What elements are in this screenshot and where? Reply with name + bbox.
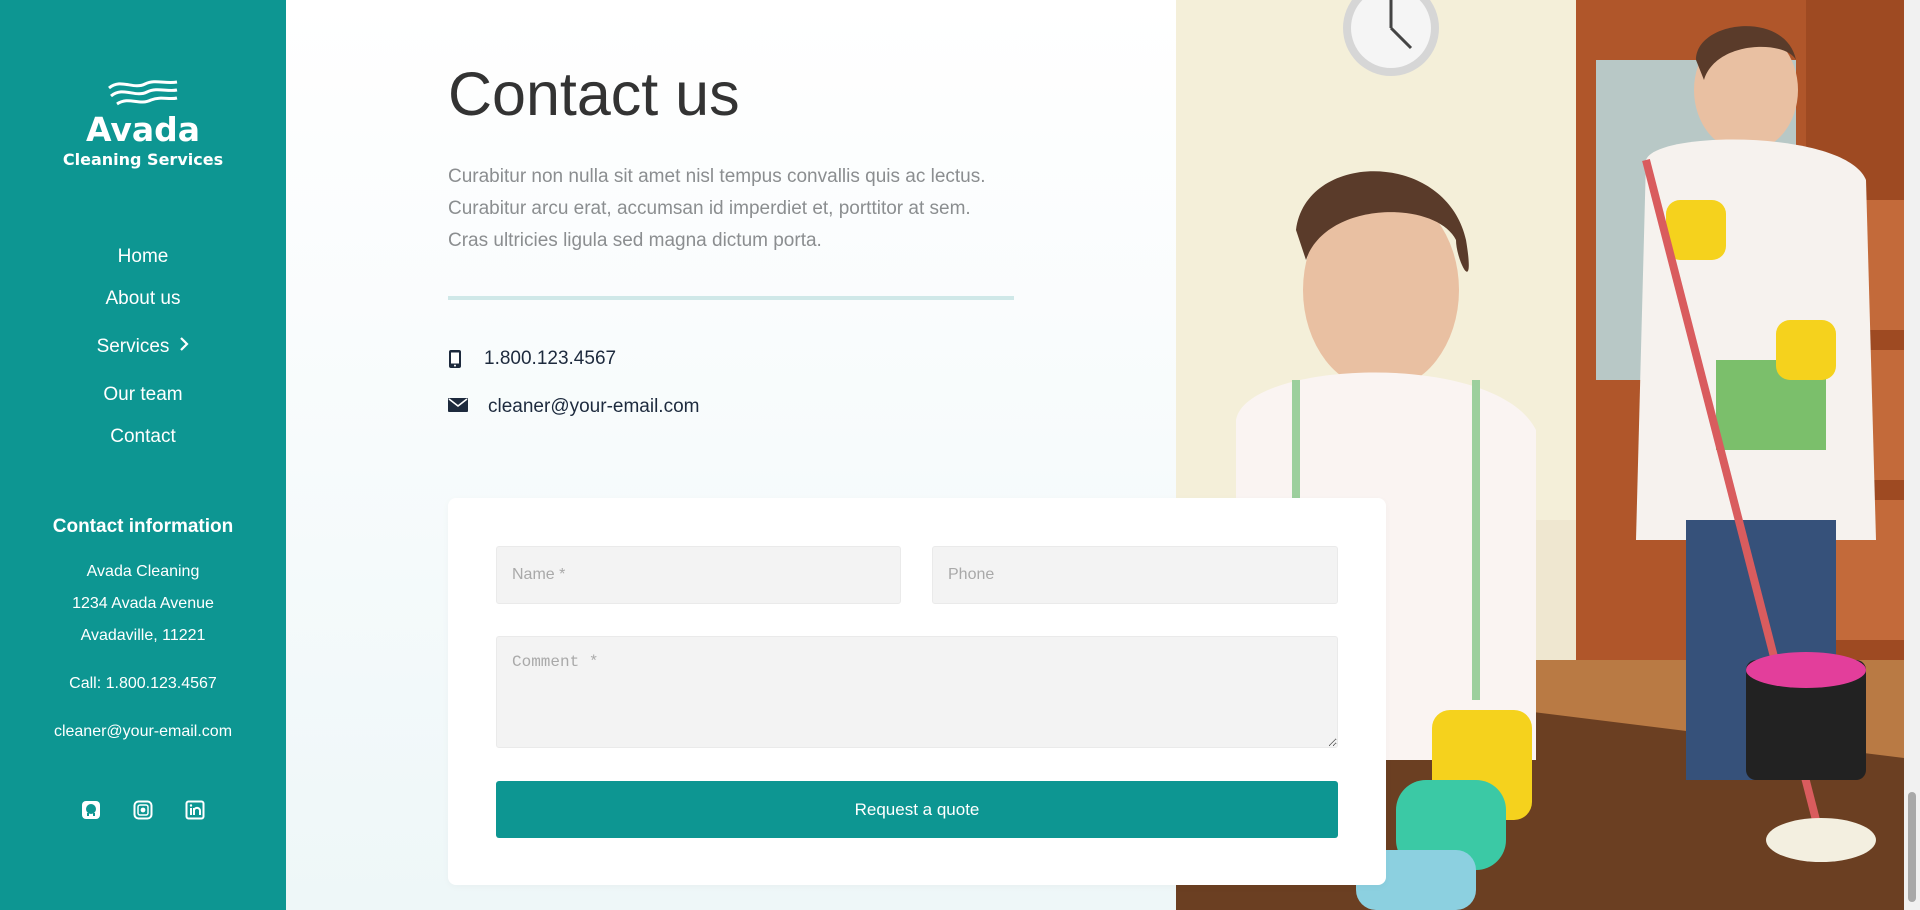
chevron-right-icon xyxy=(179,321,189,375)
mobile-phone-icon xyxy=(448,349,468,369)
linkedin-icon[interactable] xyxy=(185,800,205,820)
instagram-icon[interactable] xyxy=(133,800,153,820)
nav-item-contact[interactable]: Contact xyxy=(0,416,286,458)
quote-form: Request a quote xyxy=(448,498,1386,885)
divider xyxy=(448,296,1014,300)
waves-logo-icon xyxy=(108,80,178,106)
social-links xyxy=(0,800,286,820)
address-line: Avada Cleaning xyxy=(86,563,200,580)
description-line: Curabitur non nulla sit amet nisl tempus… xyxy=(448,166,986,187)
contact-information-heading: Contact information xyxy=(52,516,234,537)
phone-row: 1.800.123.4567 xyxy=(448,348,616,370)
sidebar: Avada Cleaning Services Home About us Se… xyxy=(0,0,286,910)
email-row: cleaner@your-email.com xyxy=(448,396,699,418)
page-title: Contact us xyxy=(448,60,740,128)
call-text: Call: 1.800.123.4567 xyxy=(69,675,217,692)
name-input[interactable] xyxy=(496,546,901,604)
brand-tagline: Cleaning Services xyxy=(62,150,224,169)
email-link[interactable]: cleaner@your-email.com xyxy=(488,396,699,418)
main-nav: Home About us Services Our team Contact xyxy=(0,236,286,458)
nav-item-label: Our team xyxy=(103,384,183,405)
brand-name: Avada xyxy=(85,110,201,149)
scrollbar-thumb[interactable] xyxy=(1908,792,1916,902)
request-quote-button[interactable]: Request a quote xyxy=(496,781,1338,838)
description-line: Cras ultricies ligula sed magna dictum p… xyxy=(448,230,822,251)
page-scrollbar[interactable] xyxy=(1904,0,1920,910)
phone-link[interactable]: 1.800.123.4567 xyxy=(484,348,616,370)
nav-item-label: About us xyxy=(105,288,181,309)
contact-information: Contact information Avada Cleaning 1234 … xyxy=(0,516,286,748)
sidebar-email-link[interactable]: cleaner@your-email.com xyxy=(0,716,286,748)
nav-item-label: Services xyxy=(96,336,170,357)
phone-input[interactable] xyxy=(932,546,1338,604)
nav-item-label: Home xyxy=(117,246,169,267)
nav-item-about-us[interactable]: About us xyxy=(0,278,286,320)
nav-item-our-team[interactable]: Our team xyxy=(0,374,286,416)
envelope-icon xyxy=(448,397,468,417)
address-line: Avadaville, 11221 xyxy=(80,627,206,644)
description-line: Curabitur arcu erat, accumsan id imperdi… xyxy=(448,198,971,219)
github-icon[interactable] xyxy=(81,800,101,820)
comment-textarea[interactable] xyxy=(496,636,1338,748)
logo[interactable]: Avada Cleaning Services xyxy=(0,80,286,169)
nav-item-home[interactable]: Home xyxy=(0,236,286,278)
address-line: 1234 Avada Avenue xyxy=(72,595,214,612)
page-description: Curabitur non nulla sit amet nisl tempus… xyxy=(448,161,1048,257)
nav-item-services[interactable]: Services xyxy=(0,320,286,374)
nav-item-label: Contact xyxy=(110,426,176,447)
